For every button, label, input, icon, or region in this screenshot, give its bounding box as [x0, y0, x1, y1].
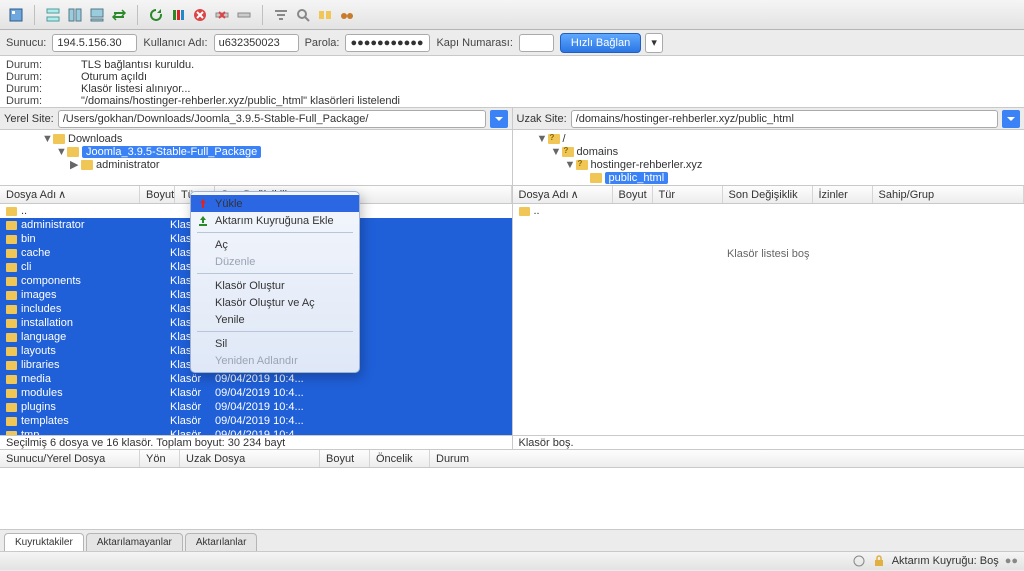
tree-node[interactable]: administrator	[96, 159, 160, 171]
sync-browse-icon[interactable]	[109, 5, 129, 25]
list-item[interactable]: mediaKlasör09/04/2019 10:4...	[0, 372, 512, 386]
col-name[interactable]: Dosya Adı∧	[0, 186, 140, 203]
refresh-icon[interactable]	[146, 5, 166, 25]
col-owner[interactable]: Sahip/Grup	[873, 186, 1024, 203]
local-status: Seçilmiş 6 dosya ve 16 klasör. Toplam bo…	[0, 436, 513, 449]
list-item[interactable]: tmpKlasör09/04/2019 10:4...	[0, 428, 512, 435]
col-permissions[interactable]: İzinler	[813, 186, 873, 203]
reconnect-icon[interactable]	[234, 5, 254, 25]
disconnect-icon[interactable]	[212, 5, 232, 25]
port-input[interactable]	[519, 34, 554, 52]
quickconnect-bar: Sunucu: Kullanıcı Adı: Parola: Kapı Numa…	[0, 30, 1024, 56]
tab-failed[interactable]: Aktarılamayanlar	[86, 533, 183, 551]
qcol-priority[interactable]: Öncelik	[370, 450, 430, 467]
queue-tabs: Kuyruktakiler Aktarılamayanlar Aktarılan…	[0, 530, 1024, 552]
tree-node[interactable]: domains	[577, 146, 619, 158]
tree-node-selected[interactable]: public_html	[605, 172, 669, 184]
process-queue-icon[interactable]	[168, 5, 188, 25]
ctx-delete[interactable]: Sil	[191, 335, 359, 352]
ctx-rename: Yeniden Adlandır	[191, 352, 359, 369]
quickconnect-dropdown[interactable]: ▾	[645, 33, 663, 53]
user-label: Kullanıcı Adı:	[143, 37, 207, 49]
qcol-size[interactable]: Boyut	[320, 450, 370, 467]
remote-status: Klasör boş.	[513, 436, 1024, 449]
tree-node[interactable]: /	[563, 133, 566, 145]
main-toolbar	[0, 0, 1024, 30]
context-menu: Yükle Aktarım Kuyruğuna Ekle Aç Düzenle …	[190, 191, 360, 373]
lock-icon[interactable]	[872, 554, 886, 568]
filter-icon[interactable]	[271, 5, 291, 25]
binoculars-icon[interactable]	[337, 5, 357, 25]
queue-indicator-icon[interactable]	[852, 554, 866, 568]
tab-queued[interactable]: Kuyruktakiler	[4, 533, 84, 551]
remote-tree[interactable]: ▼/ ▼domains ▼hostinger-rehberler.xyz pub…	[513, 130, 1024, 185]
ctx-open[interactable]: Aç	[191, 236, 359, 253]
search-icon[interactable]	[293, 5, 313, 25]
tree-node[interactable]: Downloads	[68, 133, 122, 145]
host-input[interactable]	[52, 34, 137, 52]
qcol-serverfile[interactable]: Sunucu/Yerel Dosya	[0, 450, 140, 467]
col-type[interactable]: Tür	[653, 186, 723, 203]
ctx-refresh[interactable]: Yenile	[191, 311, 359, 328]
local-site-label: Yerel Site:	[4, 113, 54, 125]
local-path-dropdown[interactable]	[490, 110, 508, 128]
toggle-log-icon[interactable]	[43, 5, 63, 25]
queue-status: Aktarım Kuyruğu: Boş	[892, 555, 999, 567]
port-label: Kapı Numarası:	[436, 37, 512, 49]
empty-message: Klasör listesi boş	[513, 248, 1024, 260]
compare-icon[interactable]	[315, 5, 335, 25]
quickconnect-button[interactable]: Hızlı Bağlan	[560, 33, 641, 53]
remote-path-dropdown[interactable]	[1002, 110, 1020, 128]
tree-node-selected[interactable]: Joomla_3.9.5-Stable-Full_Package	[82, 146, 261, 158]
user-input[interactable]	[214, 34, 299, 52]
pass-label: Parola:	[305, 37, 340, 49]
col-size[interactable]: Boyut	[613, 186, 653, 203]
pass-input[interactable]	[345, 34, 430, 52]
list-item[interactable]: pluginsKlasör09/04/2019 10:4...	[0, 400, 512, 414]
local-tree[interactable]: ▼Downloads ▼Joomla_3.9.5-Stable-Full_Pac…	[0, 130, 513, 185]
site-manager-icon[interactable]	[6, 5, 26, 25]
qcol-status[interactable]: Durum	[430, 450, 1024, 467]
host-label: Sunucu:	[6, 37, 46, 49]
col-name[interactable]: Dosya Adı∧	[513, 186, 613, 203]
remote-file-list[interactable]: .. Klasör listesi boş	[513, 204, 1024, 435]
ctx-mkdir-enter[interactable]: Klasör Oluştur ve Aç	[191, 294, 359, 311]
cancel-icon[interactable]	[190, 5, 210, 25]
local-path-input[interactable]	[58, 110, 486, 128]
toggle-tree-icon[interactable]	[65, 5, 85, 25]
ctx-upload[interactable]: Yükle	[191, 195, 359, 212]
col-modified[interactable]: Son Değişiklik	[723, 186, 813, 203]
qcol-remotefile[interactable]: Uzak Dosya	[180, 450, 320, 467]
ctx-edit: Düzenle	[191, 253, 359, 270]
toggle-queue-icon[interactable]	[87, 5, 107, 25]
queue-body[interactable]	[0, 468, 1024, 530]
queue-header: Sunucu/Yerel Dosya Yön Uzak Dosya Boyut …	[0, 450, 1024, 468]
tree-node[interactable]: hostinger-rehberler.xyz	[591, 159, 703, 171]
list-item[interactable]: templatesKlasör09/04/2019 10:4...	[0, 414, 512, 428]
ctx-add-queue[interactable]: Aktarım Kuyruğuna Ekle	[191, 212, 359, 229]
remote-site-label: Uzak Site:	[517, 113, 567, 125]
ctx-mkdir[interactable]: Klasör Oluştur	[191, 277, 359, 294]
tab-success[interactable]: Aktarılanlar	[185, 533, 258, 551]
list-item[interactable]: modulesKlasör09/04/2019 10:4...	[0, 386, 512, 400]
remote-path-input[interactable]	[571, 110, 998, 128]
list-item[interactable]: ..	[513, 204, 1024, 218]
message-log: Durum:TLS bağlantısı kuruldu.Durum:Oturu…	[0, 56, 1024, 108]
status-bar: Aktarım Kuyruğu: Boş ●●	[0, 552, 1024, 570]
col-size[interactable]: Boyut	[140, 186, 175, 203]
qcol-direction[interactable]: Yön	[140, 450, 180, 467]
